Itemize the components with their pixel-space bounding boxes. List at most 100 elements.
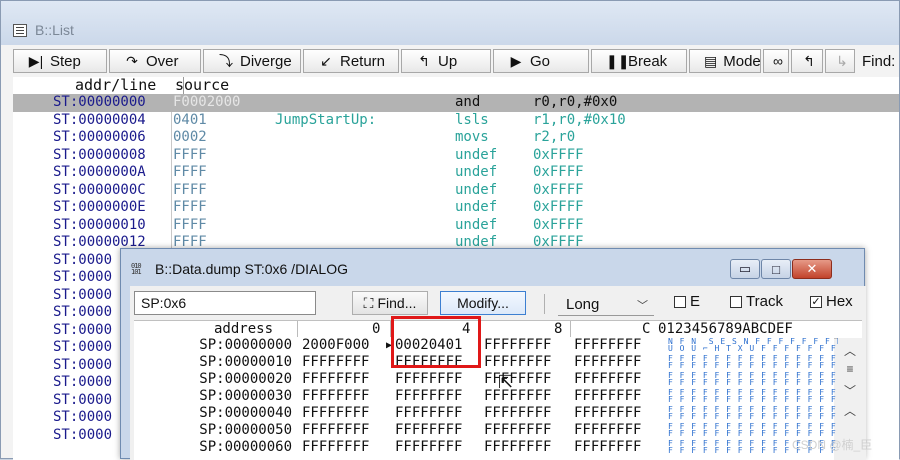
list-mnemonic: undef: [455, 216, 498, 233]
list-mnemonic: undef: [455, 164, 498, 180]
dump-cell[interactable]: FFFFFFFF: [302, 406, 369, 421]
dump-cell[interactable]: FFFFFFFF: [302, 440, 369, 455]
back-button[interactable]: ↰: [791, 49, 823, 73]
step-button[interactable]: ▶| Step: [13, 49, 107, 73]
checkbox-track-box[interactable]: [730, 295, 742, 308]
dump-row[interactable]: SP:00000040 FFFFFFFF FFFFFFFF FFFFFFFF FFFFF…: [134, 406, 847, 421]
diverge-button[interactable]: ⤵ Diverge: [203, 49, 301, 73]
break-button[interactable]: ❚❚ Break: [591, 49, 687, 73]
dump-cell[interactable]: FFFFFFFF: [484, 423, 551, 438]
dump-cell[interactable]: 2000F000: [302, 338, 369, 353]
dump-cell[interactable]: FFFFFFFF: [302, 372, 369, 387]
minimize-button[interactable]: ▭: [730, 259, 760, 279]
dump-cell[interactable]: FFFFFFFF: [484, 355, 551, 370]
dump-cell[interactable]: FFFFFFFF: [395, 389, 462, 404]
forward-arrow-icon: ↳: [836, 52, 848, 69]
scroll-page-icon[interactable]: ≡: [838, 362, 862, 376]
dump-ascii: F F F F F F F F F F F F F F F F F F F F …: [668, 354, 847, 370]
dump-cell[interactable]: FFFFFFFF: [484, 406, 551, 421]
forward-button[interactable]: ↳: [825, 49, 855, 73]
find-button[interactable]: ⛶ Find...: [352, 291, 428, 315]
checkbox-hex[interactable]: ✓ Hex: [810, 293, 853, 310]
return-button[interactable]: ↙ Return: [303, 49, 399, 73]
maximize-button[interactable]: □: [761, 259, 791, 279]
list-row[interactable]: ST:00000000 F0002000 and r0,r0,#0x0: [13, 94, 899, 112]
format-select[interactable]: Long ﹀: [558, 294, 654, 316]
binoculars-icon: ⛶: [363, 294, 374, 311]
dump-cell[interactable]: FFFFFFFF: [574, 406, 641, 421]
list-row[interactable]: ST:00000008 FFFF undef 0xFFFF: [13, 147, 899, 165]
dump-row[interactable]: SP:00000010 FFFFFFFF FFFFFFFF FFFFFFFF FFFFF…: [134, 355, 847, 370]
checkbox-e[interactable]: E: [674, 293, 700, 310]
address-column-header[interactable]: address: [214, 321, 273, 337]
close-button[interactable]: ✕: [792, 259, 832, 279]
checkbox-e-box[interactable]: [674, 295, 686, 308]
dump-cell[interactable]: FFFFFFFF: [395, 423, 462, 438]
dump-cell[interactable]: FFFFFFFF: [484, 389, 551, 404]
diverge-label: Diverge: [240, 52, 292, 70]
checkbox-hex-box[interactable]: ✓: [810, 295, 822, 308]
dump-cell[interactable]: FFFFFFFF: [574, 355, 641, 370]
memory-dump[interactable]: SP:00000000 2000F000 00020401 FFFFFFFF FFFFF…: [134, 338, 847, 460]
list-address: ST:00000004: [53, 111, 146, 128]
list-row[interactable]: ST:0000000C FFFF undef 0xFFFF: [13, 182, 899, 200]
glasses-button[interactable]: ∞: [763, 49, 789, 73]
dump-cell[interactable]: FFFFFFFF: [484, 338, 551, 353]
ascii-column-header[interactable]: 0123456789ABCDEF: [658, 321, 793, 337]
addr-column-header[interactable]: addr/line: [75, 76, 156, 94]
dump-row[interactable]: SP:00000050 FFFFFFFF FFFFFFFF FFFFFFFF FFFFF…: [134, 423, 847, 438]
mode-button[interactable]: ▤ Mode: [689, 49, 761, 73]
list-row[interactable]: ST:00000006 0002 movs r2,r0: [13, 129, 899, 147]
scroll-up-small-icon[interactable]: ︿: [838, 402, 862, 419]
list-row[interactable]: ST:00000010 FFFF undef 0xFFFF: [13, 217, 899, 235]
list-source: F0002000: [173, 94, 241, 110]
step-over-icon: ↷: [126, 52, 138, 69]
dump-cell[interactable]: FFFFFFFF: [302, 423, 369, 438]
checkbox-track[interactable]: Track: [730, 293, 783, 310]
highlight-box: [391, 316, 481, 368]
dump-cell[interactable]: FFFFFFFF: [574, 389, 641, 404]
dump-row[interactable]: SP:00000020 FFFFFFFF FFFFFFFF FFFFFFFF FFFFF…: [134, 371, 847, 387]
dump-cell[interactable]: FFFFFFFF: [484, 372, 551, 387]
dump-cell[interactable]: FFFFFFFF: [574, 338, 641, 353]
list-address: ST:0000000E: [53, 199, 146, 215]
dump-cell[interactable]: FFFFFFFF: [574, 440, 641, 455]
list-row[interactable]: ST:0000000A FFFF undef 0xFFFF: [13, 164, 899, 182]
list-row[interactable]: ST:0000000E FFFF undef 0xFFFF: [13, 199, 899, 217]
list-window-titlebar[interactable]: B::List: [1, 1, 899, 45]
up-button[interactable]: ↰ Up: [401, 49, 491, 73]
list-label: JumpStartUp:: [275, 111, 377, 128]
go-button[interactable]: ▶ Go: [493, 49, 589, 73]
list-operands: 0xFFFF: [533, 216, 584, 233]
step-over-button[interactable]: ↷ Over: [109, 49, 201, 73]
dump-cell[interactable]: FFFFFFFF: [574, 423, 641, 438]
dump-cell[interactable]: FFFFFFFF: [574, 372, 641, 387]
list-address: ST:00000008: [53, 146, 146, 163]
list-operands: 0xFFFF: [533, 164, 584, 180]
dump-row[interactable]: SP:00000030 FFFFFFFF FFFFFFFF FFFFFFFF FFFFF…: [134, 389, 847, 404]
dump-row[interactable]: SP:00000060 FFFFFFFF FFFFFFFF FFFFFFFF FFFFF…: [134, 440, 847, 455]
list-address: ST:00000010: [53, 216, 146, 233]
address-input[interactable]: SP:0x6: [134, 291, 316, 315]
dump-cell[interactable]: FFFFFFFF: [484, 440, 551, 455]
dump-cell[interactable]: FFFFFFFF: [302, 355, 369, 370]
col-c-header[interactable]: C: [642, 321, 650, 337]
dump-cell[interactable]: FFFFFFFF: [395, 372, 462, 387]
col-8-header[interactable]: 8: [554, 321, 562, 337]
list-operands: r0,r0,#0x0: [533, 94, 618, 110]
list-address: ST:0000: [53, 391, 113, 408]
list-address: ST:00000006: [53, 129, 146, 145]
dump-cell[interactable]: FFFFFFFF: [302, 389, 369, 404]
source-column-header[interactable]: source: [175, 76, 229, 94]
col-0-header[interactable]: 0: [372, 321, 380, 337]
modify-button[interactable]: Modify...: [440, 291, 526, 315]
dump-cell[interactable]: FFFFFFFF: [395, 406, 462, 421]
list-row[interactable]: ST:00000004 0401 JumpStartUp: lsls r1,r0,#0x…: [13, 112, 899, 130]
dump-row[interactable]: SP:00000000 2000F000 00020401 FFFFFFFF FFFFF…: [134, 338, 847, 353]
list-operands: r1,r0,#0x10: [533, 111, 626, 128]
data-dump-icon: 010 101: [131, 262, 142, 276]
scroll-down-icon[interactable]: ﹀: [838, 382, 862, 399]
dump-address: SP:00000020: [199, 371, 292, 387]
scroll-up-icon[interactable]: ︿: [838, 342, 862, 359]
dump-cell[interactable]: FFFFFFFF: [395, 440, 462, 455]
